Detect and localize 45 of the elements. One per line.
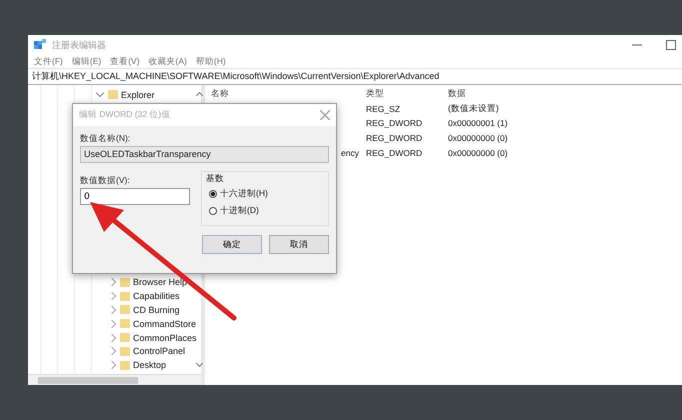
field-label: 数值数据(V): [80,175,131,187]
tree-item[interactable]: CommandStore [133,318,196,329]
menu-item[interactable]: 查看(V) [110,56,140,68]
scrollbar-thumb[interactable] [38,376,138,384]
value-name-field[interactable]: UseOLEDTaskbarTransparency [80,146,329,163]
tree-item[interactable]: CD Burning [133,304,180,315]
window-title: 注册表编辑器 [52,38,106,52]
tree-item[interactable]: Explorer [121,90,155,100]
table-cell-text: REG_DWORD [366,133,424,144]
menu-item[interactable]: 收藏夹(A) [148,56,187,68]
table-cell-text: 0x00000000 (0) [448,133,509,144]
menu-item[interactable]: 文件(F) [34,56,63,68]
tree-item[interactable]: CommonPlaces [133,332,197,342]
group-label: 基数 [206,173,224,185]
column-header[interactable]: 名称 [211,88,366,100]
tree-item[interactable]: Browser Help [133,277,188,288]
tree-item[interactable]: ControlPanel [133,346,186,356]
table-cell-text: REG_DWORD [366,148,424,158]
maximize-icon[interactable] [666,40,676,50]
value-data-input[interactable]: 0 [80,188,190,205]
table-cell-text: ency [340,148,360,158]
dialog-title: 编辑 DWORD (32 位)值 [79,109,170,121]
cancel-button[interactable]: 取消 [269,235,329,254]
table-cell-text: (数值未设置) [448,102,500,115]
radio-button[interactable] [209,190,217,198]
table-cell-text: REG_DWORD [366,118,424,128]
tree-item[interactable]: Capabilities [133,291,180,302]
radio-button[interactable] [209,207,217,215]
close-icon[interactable] [320,110,330,120]
horizontal-scrollbar[interactable] [28,374,201,385]
tree-item[interactable]: Desktop [133,360,166,370]
address-bar[interactable]: 计算机\HKEY_LOCAL_MACHINE\SOFTWARE\Microsoft\Windows\CurrentVersion\Explorer\Advanced [28,68,682,85]
table-cell-text: 0x00000000 (0) [448,148,509,158]
ok-button[interactable]: 确定 [202,235,262,254]
radio-label[interactable]: 十六进制(H) [220,188,268,200]
folder-icon [108,90,118,100]
table-cell-text: REG_SZ [366,104,402,114]
field-label: 数值名称(N): [80,133,132,145]
column-header[interactable]: 数据 [448,88,682,100]
radio-label[interactable]: 十进制(D) [220,205,259,217]
table-cell-text: 0x00000001 (1) [448,118,509,128]
menu-item[interactable]: 帮助(H) [196,56,226,68]
menu-item[interactable]: 编辑(E) [72,56,102,68]
column-header[interactable]: 类型 [366,88,448,100]
registry-app-icon [34,39,46,51]
